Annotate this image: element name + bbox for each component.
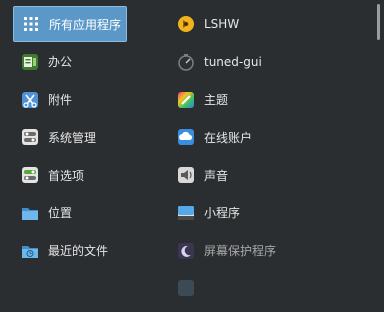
category-label: 最近的文件 <box>48 244 109 258</box>
category-label: 首选项 <box>48 168 85 183</box>
app-theme[interactable]: 主题 <box>171 82 371 118</box>
app-label: 屏幕保护程序 <box>204 244 277 258</box>
scrollbar[interactable] <box>377 4 380 40</box>
app-lshw[interactable]: LSHW <box>171 6 371 42</box>
app-partially-visible[interactable] <box>171 270 371 306</box>
applets-icon <box>177 204 195 222</box>
category-accessories[interactable]: 附件 <box>13 82 163 118</box>
sound-icon <box>177 166 195 184</box>
recent-folder-icon <box>21 242 39 260</box>
category-label: 系统管理 <box>48 130 97 145</box>
app-applets[interactable]: 小程序 <box>171 195 371 231</box>
grid-icon <box>22 15 40 33</box>
app-label: tuned-gui <box>204 54 262 69</box>
category-recent-files[interactable]: 最近的文件 <box>13 233 163 269</box>
lshw-icon <box>177 15 195 33</box>
application-list: LSHW tuned-gui 主题 在线账户 声音 小程序 屏幕保护程序 <box>171 6 371 308</box>
screensaver-icon <box>177 242 195 260</box>
app-sound[interactable]: 声音 <box>171 157 371 193</box>
app-label: 小程序 <box>204 206 241 221</box>
system-admin-icon <box>21 128 39 146</box>
category-label: 所有应用程序 <box>49 17 122 32</box>
app-label: 主题 <box>204 93 229 107</box>
folder-icon <box>21 204 39 222</box>
application-menu: 所有应用程序 办公 附件 系统管理 首选项 位置 最近的文件 LSHW tune… <box>0 0 384 312</box>
app-screensaver[interactable]: 屏幕保护程序 <box>171 233 371 269</box>
category-label: 附件 <box>48 93 73 107</box>
app-tuned-gui[interactable]: tuned-gui <box>171 44 371 80</box>
category-label: 办公 <box>48 55 73 70</box>
category-preferences[interactable]: 首选项 <box>13 157 163 193</box>
app-label: 声音 <box>204 168 229 183</box>
preferences-icon <box>21 166 39 184</box>
category-office[interactable]: 办公 <box>13 44 163 80</box>
office-icon <box>21 53 39 71</box>
theme-icon <box>177 91 195 109</box>
category-all-applications[interactable]: 所有应用程序 <box>13 6 127 42</box>
category-places[interactable]: 位置 <box>13 195 163 231</box>
partially-visible-icon <box>177 279 195 297</box>
category-system-administration[interactable]: 系统管理 <box>13 119 163 155</box>
category-list: 所有应用程序 办公 附件 系统管理 首选项 位置 最近的文件 <box>13 6 163 270</box>
category-label: 位置 <box>48 206 73 221</box>
accessories-icon <box>21 91 39 109</box>
app-label: LSHW <box>204 17 240 31</box>
app-online-accounts[interactable]: 在线账户 <box>171 119 371 155</box>
online-accounts-icon <box>177 128 195 146</box>
app-label: 在线账户 <box>204 130 253 145</box>
tuned-icon <box>177 53 195 71</box>
